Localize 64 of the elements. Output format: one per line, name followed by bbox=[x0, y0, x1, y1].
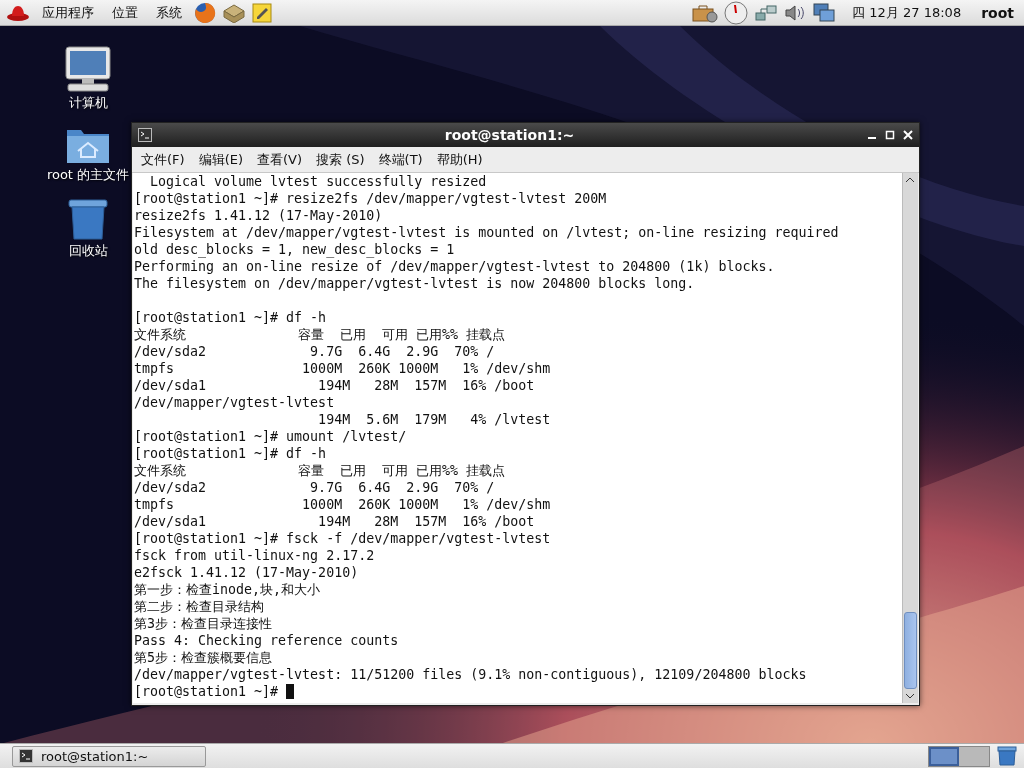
toolbox-icon[interactable] bbox=[692, 2, 719, 23]
terminal-line: 第3步：检查目录连接性 bbox=[134, 615, 272, 632]
computer-icon bbox=[64, 46, 112, 92]
terminal-line: [root@station1 ~]# umount /lvtest/ bbox=[134, 428, 407, 445]
terminal-line: Filesystem at /dev/mapper/vgtest-lvtest is mounted on /lvtest; on-line resizing required bbox=[134, 224, 839, 241]
gauge-icon[interactable] bbox=[724, 0, 749, 25]
menu-item[interactable]: 文件(F) bbox=[136, 148, 190, 171]
terminal-line: 第二步：检查目录结构 bbox=[134, 598, 264, 615]
terminal-line: fsck from util-linux-ng 2.17.2 bbox=[134, 547, 375, 564]
terminal-line: /dev/mapper/vgtest-lvtest: 11/51200 files (9.1% non-contiguous), 12109/204800 blocks bbox=[134, 666, 807, 683]
scroll-thumb[interactable] bbox=[904, 612, 917, 689]
close-icon[interactable] bbox=[903, 130, 913, 140]
terminal-line: [root@station1 ~]# fsck -f /dev/mapper/vgtest-lvtest bbox=[134, 530, 551, 547]
package-icon[interactable] bbox=[222, 2, 246, 23]
menu-item[interactable]: 搜索 (S) bbox=[311, 148, 370, 171]
terminal-line: 第5步：检查簇概要信息 bbox=[134, 649, 272, 666]
panel-menu[interactable]: 位置 bbox=[106, 3, 144, 22]
menu-item[interactable]: 编辑(E) bbox=[193, 148, 248, 171]
desktop-icon-label[interactable]: root 的主文件 bbox=[46, 166, 130, 184]
scrollbar[interactable] bbox=[902, 173, 918, 703]
terminal-line: tmpfs 1000M 260K 1000M 1% /dev/shm bbox=[134, 496, 551, 513]
monitor-icon[interactable] bbox=[812, 1, 837, 24]
network-icon[interactable] bbox=[754, 2, 779, 23]
terminal-line: [root@station1 ~]# df -h bbox=[134, 309, 327, 326]
task-button[interactable]: root@station1:~ bbox=[12, 745, 206, 767]
window-title: root@station1:~ bbox=[443, 127, 576, 143]
user-name[interactable]: root bbox=[977, 4, 1018, 21]
terminal-line: /dev/sda2 9.7G 6.4G 2.9G 70% / bbox=[134, 479, 495, 496]
terminal-line: [root@station1 ~]# resize2fs /dev/mapper/vgtest-lvtest 200M bbox=[134, 190, 607, 207]
terminal-line: old desc_blocks = 1, new_desc_blocks = 1 bbox=[134, 241, 455, 258]
panel-menu[interactable]: 应用程序 bbox=[36, 3, 100, 22]
terminal-line: Pass 4: Checking reference counts bbox=[134, 632, 399, 649]
terminal-line: tmpfs 1000M 260K 1000M 1% /dev/shm bbox=[134, 360, 551, 377]
menu-item[interactable]: 帮助(H) bbox=[431, 148, 488, 171]
desktop-icon-label[interactable]: 计算机 bbox=[68, 94, 108, 112]
terminal-line: /dev/sda2 9.7G 6.4G 2.9G 70% / bbox=[134, 343, 495, 360]
hat-logo-icon[interactable] bbox=[6, 3, 30, 22]
terminal-line: [root@station1 ~]# bbox=[134, 683, 280, 700]
terminal-line: /dev/mapper/vgtest-lvtest bbox=[134, 394, 335, 411]
terminal-line: e2fsck 1.41.12 (17-May-2010) bbox=[134, 564, 359, 581]
terminal-line: 文件系统 容量 已用 可用 已用%% 挂载点 bbox=[134, 462, 506, 479]
terminal-line: 194M 5.6M 179M 4% /lvtest bbox=[317, 411, 551, 428]
note-icon[interactable] bbox=[252, 2, 272, 23]
terminal-line: Logical volume lvtest successfully resized bbox=[149, 173, 487, 190]
terminal-line: 文件系统 容量 已用 可用 已用%% 挂载点 bbox=[134, 326, 506, 343]
menu-item[interactable]: 终端(T) bbox=[373, 148, 428, 171]
terminal-line: 第一步：检查inode,块,和大小 bbox=[134, 581, 321, 598]
browser-icon[interactable] bbox=[194, 1, 216, 24]
terminal-line: The filesystem on /dev/mapper/vgtest-lvtest is now 204800 blocks long. bbox=[134, 275, 695, 292]
desktop-icon-label[interactable]: 回收站 bbox=[68, 242, 108, 260]
clock[interactable]: 四 12月 27 18:08 bbox=[842, 3, 972, 22]
terminal-line: /dev/sda1 194M 28M 157M 16% /boot bbox=[134, 513, 535, 530]
maximize-icon[interactable] bbox=[885, 130, 895, 140]
trash-icon bbox=[67, 198, 109, 240]
terminal-icon bbox=[138, 128, 152, 142]
panel-menu[interactable]: 系统 bbox=[150, 3, 188, 22]
terminal-line: /dev/sda1 194M 28M 157M 16% /boot bbox=[134, 377, 535, 394]
terminal-line: resize2fs 1.41.12 (17-May-2010) bbox=[134, 207, 383, 224]
terminal-icon bbox=[19, 749, 33, 763]
terminal-line: [root@station1 ~]# df -h bbox=[134, 445, 327, 462]
trash-icon[interactable] bbox=[996, 746, 1018, 766]
menu-item[interactable]: 查看(V) bbox=[252, 148, 308, 171]
speaker-icon[interactable] bbox=[784, 2, 807, 23]
terminal-line: Performing an on-line resize of /dev/mapper/vgtest-lvtest to 204800 (1k) blocks. bbox=[134, 258, 775, 275]
